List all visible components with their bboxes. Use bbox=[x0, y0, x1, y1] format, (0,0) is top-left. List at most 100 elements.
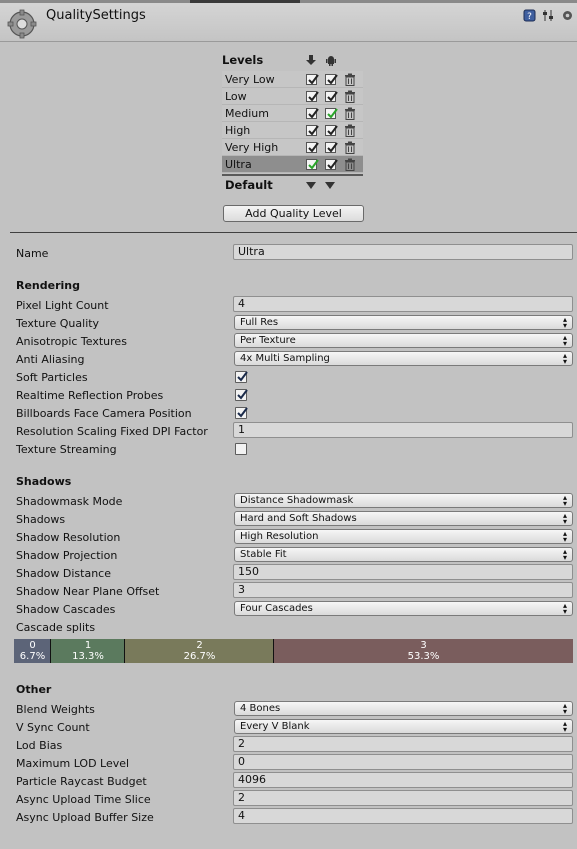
quality-level-row[interactable]: High bbox=[222, 122, 363, 139]
shadow-near-plane-offset-field[interactable]: 3 bbox=[233, 582, 573, 598]
shadows-value: Hard and Soft Shadows bbox=[240, 513, 357, 524]
quality-level-row[interactable]: Medium bbox=[222, 105, 363, 122]
anisotropic-textures-label: Anisotropic Textures bbox=[16, 335, 127, 348]
realtime-reflection-probes-label: Realtime Reflection Probes bbox=[16, 389, 164, 402]
texture-streaming-label: Texture Streaming bbox=[16, 443, 117, 456]
shadow-resolution-dropdown[interactable]: High Resolution ▴ ▾ bbox=[234, 529, 573, 544]
quality-level-name: Ultra bbox=[225, 158, 252, 171]
shadow-distance-field[interactable]: 150 bbox=[233, 564, 573, 580]
android-level-checkbox[interactable] bbox=[325, 142, 338, 153]
shadows-label: Shadows bbox=[16, 513, 66, 526]
resolution-scaling-field[interactable]: 1 bbox=[233, 422, 573, 438]
trash-icon[interactable] bbox=[344, 158, 356, 171]
shadow-projection-value: Stable Fit bbox=[240, 549, 287, 560]
android-level-checkbox[interactable] bbox=[325, 74, 338, 85]
pixel-light-count-field[interactable]: 4 bbox=[233, 296, 573, 312]
trash-icon[interactable] bbox=[344, 73, 356, 86]
default-row: Default bbox=[222, 174, 363, 192]
vsync-count-label: V Sync Count bbox=[16, 721, 90, 734]
dropdown-caret-icon: ▴ ▾ bbox=[562, 351, 567, 366]
lod-bias-label: Lod Bias bbox=[16, 739, 63, 752]
quality-level-row[interactable]: Low bbox=[222, 88, 363, 105]
cascade-segment: 0 6.7% bbox=[14, 639, 51, 663]
trash-icon[interactable] bbox=[344, 141, 356, 154]
gear-icon bbox=[7, 9, 37, 39]
pc-level-checkbox[interactable] bbox=[306, 142, 319, 153]
cascade-index: 3 bbox=[420, 640, 427, 651]
cascade-percent: 6.7% bbox=[19, 651, 46, 662]
shadow-projection-dropdown[interactable]: Stable Fit ▴ ▾ bbox=[234, 547, 573, 562]
default-android-dropdown-icon[interactable] bbox=[325, 182, 335, 189]
async-upload-time-slice-label: Async Upload Time Slice bbox=[16, 793, 151, 806]
add-quality-level-button[interactable]: Add Quality Level bbox=[223, 205, 364, 222]
cascade-index: 1 bbox=[84, 640, 92, 651]
particle-raycast-budget-label: Particle Raycast Budget bbox=[16, 775, 147, 788]
shadow-cascades-dropdown[interactable]: Four Cascades ▴ ▾ bbox=[234, 601, 573, 616]
texture-streaming-checkbox[interactable] bbox=[235, 443, 247, 455]
shadow-distance-label: Shadow Distance bbox=[16, 567, 111, 580]
dropdown-caret-icon: ▴ ▾ bbox=[562, 493, 567, 508]
android-level-checkbox[interactable] bbox=[325, 108, 338, 119]
inspector-header: QualitySettings ? bbox=[0, 0, 577, 42]
realtime-reflection-probes-checkbox[interactable] bbox=[235, 389, 248, 401]
shadow-near-plane-offset-label: Shadow Near Plane Offset bbox=[16, 585, 160, 598]
quality-level-name: Low bbox=[225, 90, 247, 103]
vsync-count-dropdown[interactable]: Every V Blank ▴ ▾ bbox=[234, 719, 573, 734]
quality-level-name: Very Low bbox=[225, 73, 275, 86]
texture-quality-dropdown[interactable]: Full Res ▴ ▾ bbox=[234, 315, 573, 330]
trash-icon[interactable] bbox=[344, 90, 356, 103]
pc-level-checkbox[interactable] bbox=[306, 74, 319, 85]
shadow-resolution-value: High Resolution bbox=[240, 531, 319, 542]
async-upload-buffer-size-field[interactable]: 4 bbox=[233, 808, 573, 824]
dropdown-caret-icon: ▴ ▾ bbox=[562, 701, 567, 716]
quality-level-name: High bbox=[225, 124, 251, 137]
android-level-checkbox[interactable] bbox=[325, 91, 338, 102]
default-pc-dropdown-icon[interactable] bbox=[306, 182, 316, 189]
lod-bias-field[interactable]: 2 bbox=[233, 736, 573, 752]
cascade-splits-bar[interactable]: 0 6.7% 1 13.3% 2 26.7% 3 53.3% bbox=[14, 639, 573, 663]
shadow-resolution-label: Shadow Resolution bbox=[16, 531, 121, 544]
quality-level-row[interactable]: Ultra bbox=[222, 156, 363, 173]
anisotropic-textures-value: Per Texture bbox=[240, 335, 296, 346]
shadow-cascades-label: Shadow Cascades bbox=[16, 603, 116, 616]
quality-level-row[interactable]: Very Low bbox=[222, 71, 363, 88]
settings-gear-icon[interactable] bbox=[561, 9, 574, 22]
cascade-segment: 2 26.7% bbox=[125, 639, 274, 663]
maximum-lod-level-field[interactable]: 0 bbox=[233, 754, 573, 770]
other-heading: Other bbox=[16, 683, 52, 696]
trash-icon[interactable] bbox=[344, 107, 356, 120]
billboards-face-camera-label: Billboards Face Camera Position bbox=[16, 407, 192, 420]
cascade-percent: 53.3% bbox=[407, 651, 440, 662]
pc-level-checkbox[interactable] bbox=[306, 125, 319, 136]
anisotropic-textures-dropdown[interactable]: Per Texture ▴ ▾ bbox=[234, 333, 573, 348]
cascade-percent: 13.3% bbox=[72, 651, 104, 662]
texture-quality-value: Full Res bbox=[240, 317, 279, 328]
soft-particles-checkbox[interactable] bbox=[235, 371, 248, 383]
pixel-light-count-label: Pixel Light Count bbox=[16, 299, 109, 312]
blend-weights-value: 4 Bones bbox=[240, 703, 281, 714]
preset-sliders-icon[interactable] bbox=[542, 9, 555, 22]
async-upload-time-slice-field[interactable]: 2 bbox=[233, 790, 573, 806]
blend-weights-dropdown[interactable]: 4 Bones ▴ ▾ bbox=[234, 701, 573, 716]
trash-icon[interactable] bbox=[344, 124, 356, 137]
cascade-index: 0 bbox=[29, 640, 36, 651]
shadowmask-mode-dropdown[interactable]: Distance Shadowmask ▴ ▾ bbox=[234, 493, 573, 508]
cascade-index: 2 bbox=[196, 640, 203, 651]
android-level-checkbox[interactable] bbox=[325, 159, 338, 170]
cascade-segment: 1 13.3% bbox=[51, 639, 125, 663]
pc-level-checkbox[interactable] bbox=[306, 108, 319, 119]
help-book-icon[interactable]: ? bbox=[523, 9, 536, 22]
name-field[interactable]: Ultra bbox=[233, 244, 573, 260]
shadows-dropdown[interactable]: Hard and Soft Shadows ▴ ▾ bbox=[234, 511, 573, 526]
particle-raycast-budget-field[interactable]: 4096 bbox=[233, 772, 573, 788]
dropdown-caret-icon: ▴ ▾ bbox=[562, 529, 567, 544]
window-title: QualitySettings bbox=[46, 8, 146, 23]
pc-level-checkbox[interactable] bbox=[306, 91, 319, 102]
android-level-checkbox[interactable] bbox=[325, 125, 338, 136]
quality-level-row[interactable]: Very High bbox=[222, 139, 363, 156]
pc-level-checkbox[interactable] bbox=[306, 159, 319, 170]
anti-aliasing-dropdown[interactable]: 4x Multi Sampling ▴ ▾ bbox=[234, 351, 573, 366]
billboards-face-camera-checkbox[interactable] bbox=[235, 407, 248, 419]
dropdown-caret-icon: ▴ ▾ bbox=[562, 511, 567, 526]
default-label: Default bbox=[225, 178, 273, 192]
